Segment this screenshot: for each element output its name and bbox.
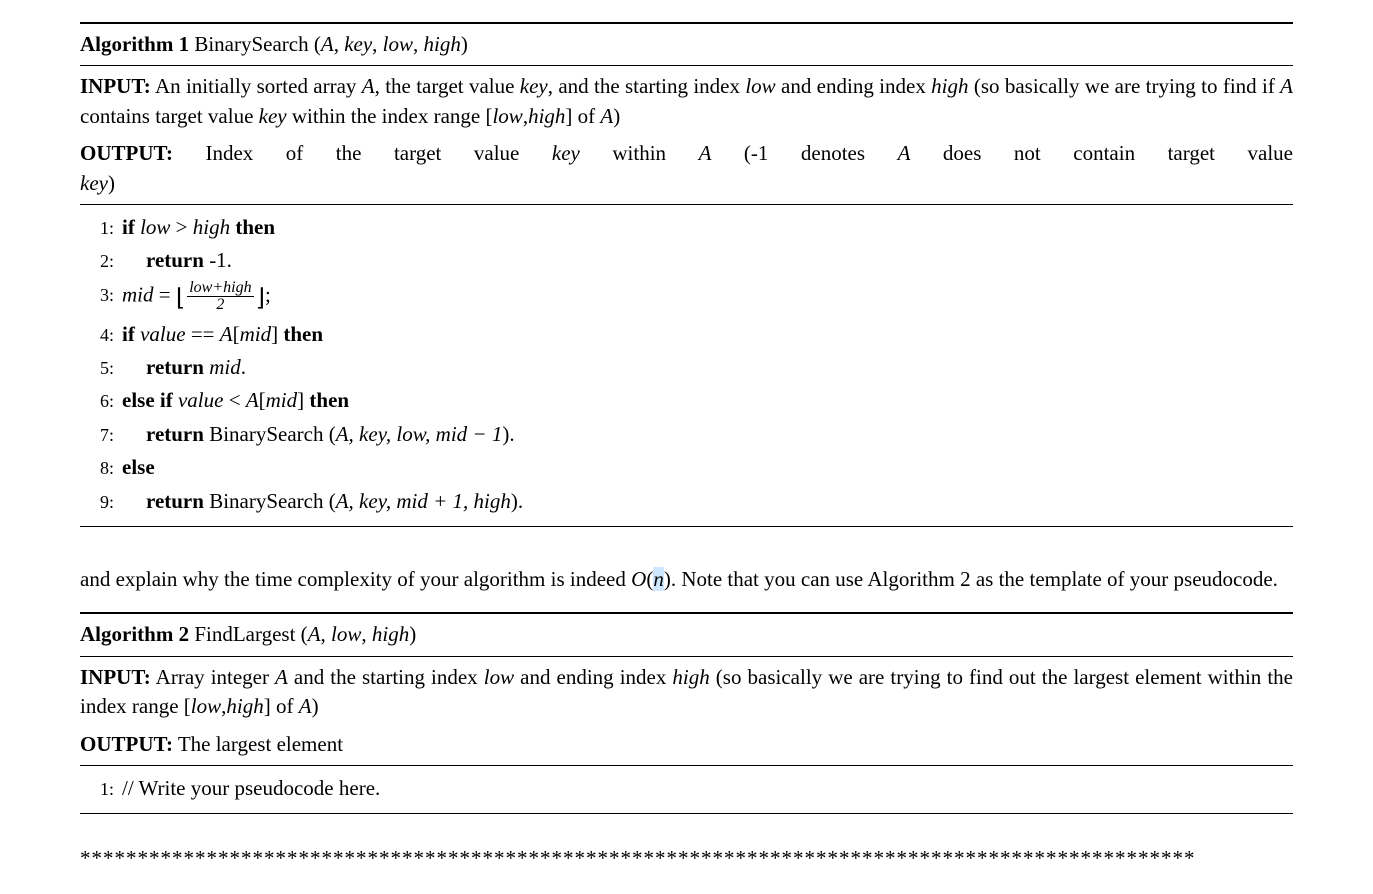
rule [80, 526, 1293, 527]
algo2-param-A: A [308, 622, 321, 646]
algo1-param-A: A [321, 32, 334, 56]
step-4: 4: if value == A[mid] then [80, 318, 1293, 351]
rule [80, 204, 1293, 205]
algorithm-1-input: INPUT: An initially sorted array A, the … [80, 68, 1293, 135]
algorithm-1-header: Algorithm 1 BinarySearch (A, key, low, h… [80, 26, 1293, 63]
input-label: INPUT: [80, 665, 151, 689]
step-1: 1: if low > high then [80, 211, 1293, 244]
algorithm-1-output: OUTPUT: Index of the target value key wi… [80, 135, 1293, 202]
algo1-param-low: low [383, 32, 413, 56]
algo1-param-high: high [424, 32, 461, 56]
rule [80, 656, 1293, 657]
rule [80, 765, 1293, 766]
algorithm-2-input: INPUT: Array integer A and the starting … [80, 659, 1293, 726]
algorithm-2-box: Algorithm 2 FindLargest (A, low, high) I… [80, 612, 1293, 814]
highlighted-n: n [653, 567, 664, 591]
step-2: 2: return -1. [80, 244, 1293, 277]
step-5: 5: return mid. [80, 351, 1293, 384]
step-9: 9: return BinarySearch (A, key, mid + 1,… [80, 485, 1293, 518]
algorithm-2-header: Algorithm 2 FindLargest (A, low, high) [80, 616, 1293, 653]
algo1-name: BinarySearch ( [194, 32, 321, 56]
algorithm-2-output: OUTPUT: The largest element [80, 726, 1293, 763]
step-8: 8: else [80, 451, 1293, 484]
algo2-param-high: high [372, 622, 409, 646]
rule [80, 22, 1293, 24]
step-1: 1: // Write your pseudocode here. [80, 772, 1293, 805]
floor-left-icon: ⌊ [176, 285, 185, 311]
fraction: low+high2 [187, 280, 253, 313]
separator-stars: ****************************************… [80, 844, 1293, 873]
output-label: OUTPUT: [80, 141, 173, 165]
output-label: OUTPUT: [80, 732, 173, 756]
algo1-param-key: key [344, 32, 372, 56]
algo1-label: Algorithm 1 [80, 32, 189, 56]
step-6: 6: else if value < A[mid] then [80, 384, 1293, 417]
body-paragraph: and explain why the time complexity of y… [80, 565, 1293, 594]
algorithm-2-steps: 1: // Write your pseudocode here. [80, 768, 1293, 811]
algorithm-1-steps: 1: if low > high then 2: return -1. 3: m… [80, 207, 1293, 524]
rule [80, 813, 1293, 814]
floor-right-icon: ⌋ [256, 285, 265, 311]
algo2-label: Algorithm 2 [80, 622, 189, 646]
rule [80, 612, 1293, 614]
step-3: 3: mid = ⌊low+high2⌋; [80, 278, 1293, 318]
algorithm-1-box: Algorithm 1 BinarySearch (A, key, low, h… [80, 22, 1293, 527]
algo2-param-low: low [331, 622, 361, 646]
input-label: INPUT: [80, 74, 151, 98]
rule [80, 65, 1293, 66]
step-7: 7: return BinarySearch (A, key, low, mid… [80, 418, 1293, 451]
